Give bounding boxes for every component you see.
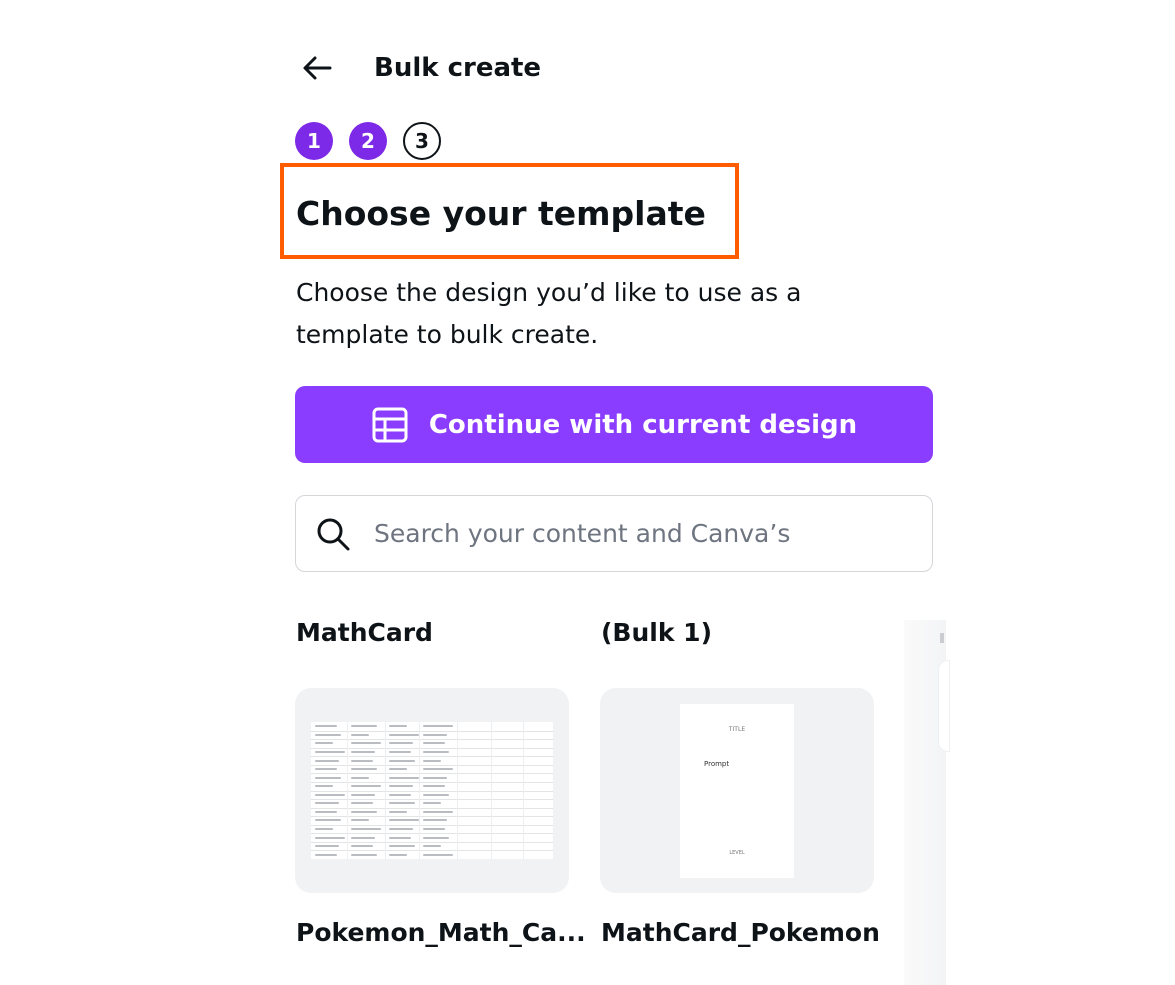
spreadsheet-column-line	[523, 722, 524, 859]
folder-label-mathcard[interactable]: MathCard	[296, 616, 433, 650]
spreadsheet-cell-text	[315, 802, 339, 805]
spreadsheet-cell-text	[389, 819, 419, 822]
spreadsheet-cell-text	[315, 810, 337, 813]
arrow-left-icon	[303, 56, 332, 80]
spreadsheet-cell-text	[315, 733, 341, 736]
spreadsheet-cell-text	[351, 819, 369, 822]
spreadsheet-cell-text	[351, 725, 377, 728]
spreadsheet-cell-text	[351, 768, 377, 771]
spreadsheet-cell-text	[423, 828, 445, 831]
spreadsheet-cell-text	[351, 845, 373, 848]
spreadsheet-cell-text	[315, 819, 341, 822]
spreadsheet-cell-text	[315, 836, 345, 839]
spreadsheet-cell-text	[389, 802, 415, 805]
spreadsheet-cell-text	[389, 750, 411, 753]
spreadsheet-cell-text	[389, 836, 411, 839]
continue-button-label: Continue with current design	[428, 409, 858, 440]
spreadsheet-cell-text	[315, 768, 337, 771]
section-title: Choose your template	[296, 194, 706, 233]
spreadsheet-cell-text	[389, 828, 413, 831]
spreadsheet-cell-text	[351, 733, 369, 736]
spreadsheet-cell-text	[423, 853, 453, 856]
spreadsheet-cell-text	[351, 742, 381, 745]
spreadsheet-cell-text	[351, 802, 373, 805]
search-icon	[317, 518, 350, 550]
design-name-2[interactable]: MathCard_Pokemon	[601, 916, 880, 950]
spreadsheet-cell-text	[315, 853, 337, 856]
spreadsheet-cell-text	[351, 776, 369, 779]
spreadsheet-cell-text	[389, 733, 419, 736]
spreadsheet-cell-text	[315, 828, 333, 831]
spreadsheet-cell-text	[423, 793, 449, 796]
spreadsheet-column-line	[385, 722, 386, 859]
page-preview-prompt: Prompt	[704, 760, 730, 768]
step-2-indicator: 2	[349, 122, 387, 160]
spreadsheet-cell-text	[389, 810, 407, 813]
back-button[interactable]	[300, 50, 336, 86]
panel-title: Bulk create	[374, 53, 542, 83]
next-thumbnail-edge	[938, 660, 950, 752]
next-column-label-fragment	[940, 633, 944, 643]
spreadsheet-cell-text	[423, 776, 447, 779]
spreadsheet-cell-text	[351, 785, 381, 788]
spreadsheet-cell-text	[351, 836, 375, 839]
page-preview: TITLE Prompt LEVEL	[680, 704, 794, 878]
spreadsheet-column-line	[419, 722, 420, 859]
page-preview-footer: LEVEL	[729, 850, 745, 856]
spreadsheet-cell-text	[389, 845, 415, 848]
spreadsheet-cell-text	[315, 742, 333, 745]
spreadsheet-cell-text	[423, 845, 441, 848]
spreadsheet-cell-text	[315, 776, 341, 779]
design-name-1[interactable]: Pokemon_Math_Ca...	[296, 916, 586, 950]
spreadsheet-cell-text	[389, 742, 413, 745]
spreadsheet-cell-text	[315, 785, 333, 788]
spreadsheet-cell-text	[423, 836, 449, 839]
spreadsheet-cell-text	[351, 759, 373, 762]
spreadsheet-cell-text	[423, 810, 453, 813]
spreadsheet-column-line	[347, 722, 348, 859]
spreadsheet-cell-text	[389, 776, 419, 779]
spreadsheet-cell-text	[389, 768, 407, 771]
search-field[interactable]	[295, 495, 933, 572]
spreadsheet-cell-text	[315, 793, 345, 796]
spreadsheet-cell-text	[351, 828, 381, 831]
spreadsheet-cell-text	[351, 810, 377, 813]
spreadsheet-column-line	[457, 722, 458, 859]
spreadsheet-cell-text	[423, 759, 441, 762]
spreadsheet-cell-text	[315, 759, 339, 762]
design-thumbnail-page[interactable]: TITLE Prompt LEVEL	[600, 688, 874, 893]
spreadsheet-cell-text	[423, 802, 441, 805]
spreadsheet-cell-text	[351, 750, 375, 753]
section-description: Choose the design you’d like to use as a…	[296, 278, 802, 349]
spreadsheet-cell-text	[389, 793, 411, 796]
page-preview-title: TITLE	[728, 726, 746, 733]
spreadsheet-preview	[311, 722, 553, 859]
spreadsheet-cell-text	[389, 725, 407, 728]
folder-label-bulk-1[interactable]: (Bulk 1)	[601, 616, 712, 650]
spreadsheet-cell-text	[351, 793, 375, 796]
design-thumbnail-spreadsheet[interactable]	[295, 688, 569, 893]
step-3-indicator: 3	[403, 122, 441, 160]
spreadsheet-cell-text	[315, 750, 345, 753]
spreadsheet-cell-text	[423, 819, 447, 822]
spreadsheet-cell-text	[423, 785, 445, 788]
spreadsheet-cell-text	[389, 785, 413, 788]
search-input[interactable]	[372, 518, 896, 549]
spreadsheet-cell-text	[423, 733, 447, 736]
spreadsheet-cell-text	[315, 845, 339, 848]
grid-icon	[372, 407, 408, 442]
spreadsheet-column-line	[491, 722, 492, 859]
spreadsheet-cell-text	[315, 725, 337, 728]
spreadsheet-cell-text	[423, 768, 453, 771]
spreadsheet-cell-text	[423, 750, 449, 753]
spreadsheet-cell-text	[351, 853, 377, 856]
continue-with-current-design-button[interactable]: Continue with current design	[295, 386, 933, 463]
spreadsheet-cell-text	[389, 759, 415, 762]
spreadsheet-cell-text	[389, 853, 407, 856]
spreadsheet-cell-text	[423, 742, 445, 745]
spreadsheet-cell-text	[423, 725, 453, 728]
step-1-indicator: 1	[295, 122, 333, 160]
